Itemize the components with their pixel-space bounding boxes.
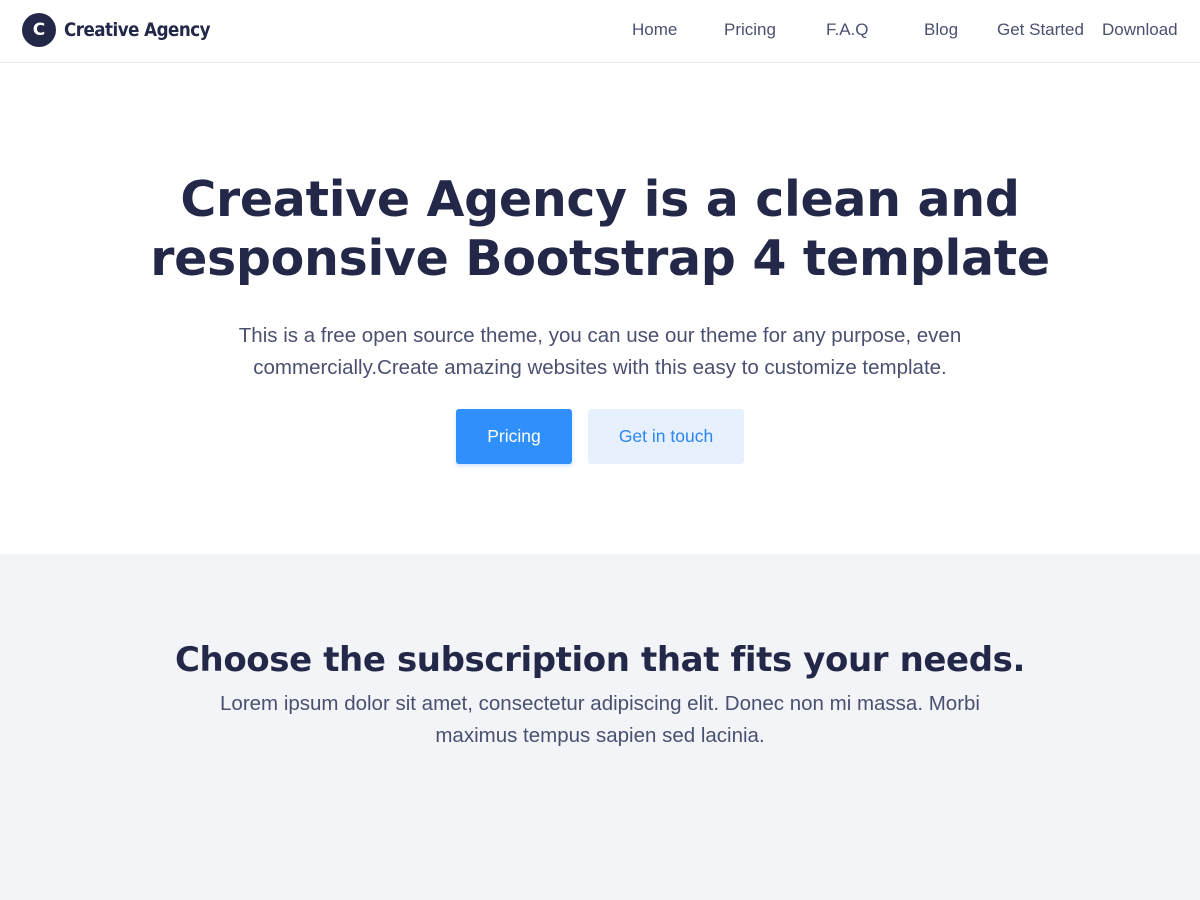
- nav-link-home[interactable]: Home: [632, 19, 677, 41]
- hero-title: Creative Agency is a clean and responsiv…: [150, 171, 1050, 287]
- navbar: C Creative Agency Home Pricing F.A.Q Blo…: [0, 0, 1200, 63]
- pricing-title: Choose the subscription that fits your n…: [174, 640, 1025, 680]
- pricing-section: Choose the subscription that fits your n…: [0, 554, 1200, 900]
- pricing-description: Lorem ipsum dolor sit amet, consectetur …: [220, 692, 980, 747]
- brand-name: Creative Agency: [64, 19, 210, 41]
- nav-link-pricing[interactable]: Pricing: [724, 19, 776, 41]
- nav-link-download[interactable]: Download: [1102, 19, 1178, 41]
- nav-link-faq[interactable]: F.A.Q: [826, 19, 869, 41]
- get-in-touch-button[interactable]: Get in touch: [588, 409, 744, 464]
- nav-link-get-started[interactable]: Get Started: [997, 19, 1084, 41]
- hero-subtitle: This is a free open source theme, you ca…: [238, 324, 962, 379]
- hero-section: Creative Agency is a clean and responsiv…: [0, 64, 1200, 554]
- brand-logo-icon: C: [22, 13, 56, 47]
- pricing-button[interactable]: Pricing: [456, 409, 572, 464]
- brand-link[interactable]: C Creative Agency: [22, 13, 230, 47]
- nav-link-blog[interactable]: Blog: [924, 19, 958, 41]
